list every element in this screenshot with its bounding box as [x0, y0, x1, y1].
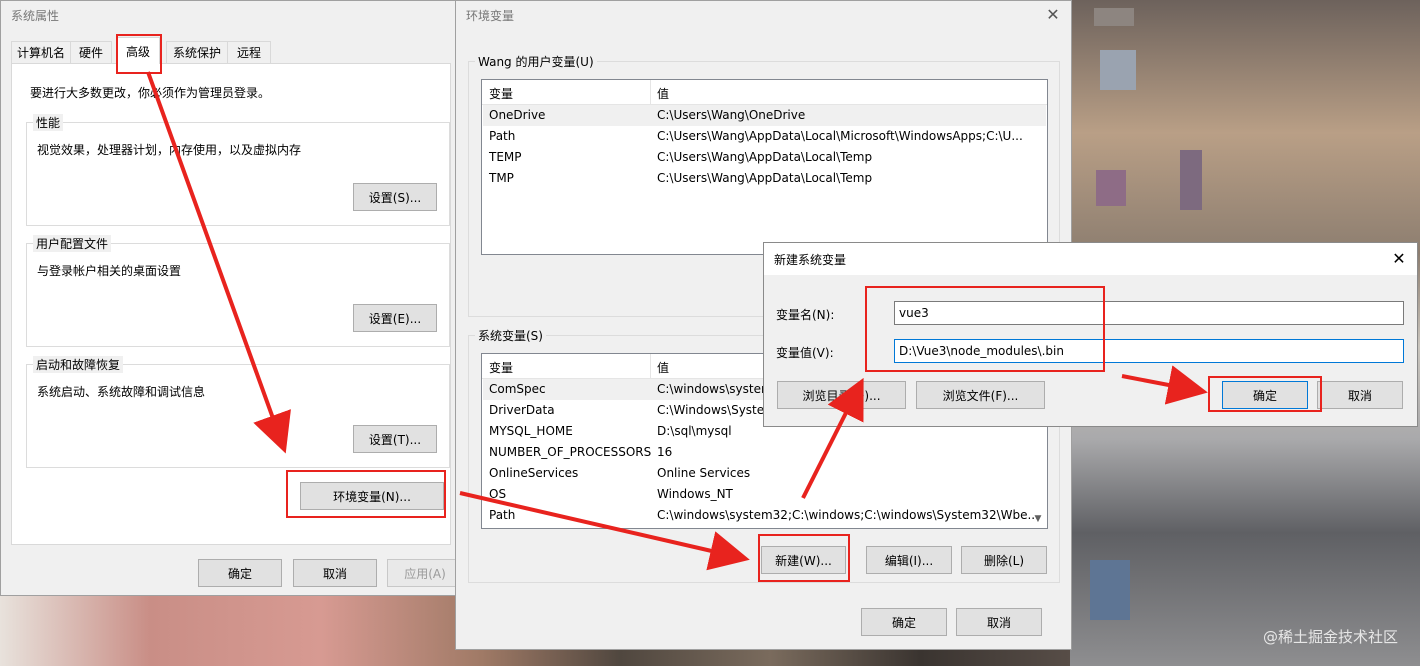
blur-block	[1090, 560, 1130, 620]
table-row[interactable]: TEMP C:\Users\Wang\AppData\Local\Temp	[483, 147, 1046, 168]
group-label: 性能	[33, 114, 64, 131]
tab-computer-name[interactable]: 计算机名	[11, 41, 71, 63]
dialog-title: 新建系统变量	[774, 252, 847, 267]
ok-button[interactable]: 确定	[198, 559, 282, 587]
table-row[interactable]: OS Windows_NT	[483, 484, 1046, 505]
user-profile-settings-button[interactable]: 设置(E)...	[353, 304, 437, 332]
table-row[interactable]: OnlineServices Online Services	[483, 463, 1046, 484]
window-title: 环境变量	[466, 8, 515, 23]
scroll-down-icon[interactable]: ▼	[1031, 512, 1045, 526]
close-icon[interactable]: ✕	[1043, 5, 1063, 25]
column-header-variable[interactable]: 变量	[489, 85, 513, 102]
cancel-button[interactable]: 取消	[293, 559, 377, 587]
group-label: Wang 的用户变量(U)	[475, 53, 597, 70]
performance-group: 性能 视觉效果，处理器计划，内存使用，以及虚拟内存 设置(S)...	[26, 114, 450, 226]
blur-block	[1180, 150, 1202, 210]
tab-advanced[interactable]: 高级	[116, 37, 160, 64]
group-description: 系统启动、系统故障和调试信息	[37, 385, 206, 399]
cancel-button[interactable]: 取消	[956, 608, 1042, 636]
browse-directory-button[interactable]: 浏览目录(D)...	[777, 381, 906, 409]
tab-system-protection[interactable]: 系统保护	[166, 41, 228, 63]
group-label: 用户配置文件	[33, 235, 112, 252]
variable-value-input[interactable]: D:\Vue3\node_modules\.bin	[894, 339, 1404, 363]
group-label: 启动和故障恢复	[33, 356, 124, 373]
admin-notice: 要进行大多数更改，你必须作为管理员登录。	[30, 86, 271, 100]
blur-block	[1094, 8, 1134, 26]
column-header-variable[interactable]: 变量	[489, 359, 513, 376]
user-variables-list[interactable]: 变量 值 OneDrive C:\Users\Wang\OneDrive Pat…	[481, 79, 1048, 255]
blur-block	[1096, 170, 1126, 206]
group-description: 与登录帐户相关的桌面设置	[37, 264, 182, 278]
group-description: 视觉效果，处理器计划，内存使用，以及虚拟内存	[37, 143, 302, 157]
blur-block	[1100, 50, 1136, 90]
apply-button[interactable]: 应用(A)	[387, 559, 463, 587]
window-title: 系统属性	[11, 8, 60, 23]
performance-settings-button[interactable]: 设置(S)...	[353, 183, 437, 211]
table-row[interactable]: OneDrive C:\Users\Wang\OneDrive	[483, 105, 1046, 126]
column-header-value[interactable]: 值	[657, 85, 669, 102]
advanced-tab-pane: 要进行大多数更改，你必须作为管理员登录。 性能 视觉效果，处理器计划，内存使用，…	[11, 63, 451, 545]
table-row[interactable]: Path C:\Users\Wang\AppData\Local\Microso…	[483, 126, 1046, 147]
tab-remote[interactable]: 远程	[227, 41, 271, 63]
edit-variable-button[interactable]: 编辑(I)...	[866, 546, 952, 574]
startup-settings-button[interactable]: 设置(T)...	[353, 425, 437, 453]
table-row[interactable]: NUMBER_OF_PROCESSORS 16	[483, 442, 1046, 463]
environment-variables-button[interactable]: 环境变量(N)...	[300, 482, 444, 510]
new-system-variable-dialog: 新建系统变量 ✕ 变量名(N): vue3 变量值(V): D:\Vue3\no…	[763, 242, 1418, 427]
browse-file-button[interactable]: 浏览文件(F)...	[916, 381, 1045, 409]
close-icon[interactable]: ✕	[1389, 249, 1409, 269]
variable-name-input[interactable]: vue3	[894, 301, 1404, 325]
cancel-button[interactable]: 取消	[1317, 381, 1403, 409]
table-row[interactable]: TMP C:\Users\Wang\AppData\Local\Temp	[483, 168, 1046, 189]
group-label: 系统变量(S)	[475, 327, 546, 344]
ok-button[interactable]: 确定	[1222, 381, 1308, 409]
new-variable-button[interactable]: 新建(W)...	[761, 546, 846, 574]
system-properties-titlebar: 系统属性	[1, 1, 461, 29]
delete-variable-button[interactable]: 删除(L)	[961, 546, 1047, 574]
env-titlebar: 环境变量	[456, 1, 1071, 29]
variable-value-label: 变量值(V):	[776, 346, 834, 360]
watermark: @稀土掘金技术社区	[1262, 628, 1398, 646]
system-properties-window: 系统属性 计算机名 硬件 高级 系统保护 远程 要进行大多数更改，你必须作为管理…	[0, 0, 463, 596]
dialog-titlebar: 新建系统变量	[764, 243, 1417, 275]
table-row[interactable]: Path C:\windows\system32;C:\windows;C:\w…	[483, 505, 1046, 526]
variable-name-label: 变量名(N):	[776, 308, 835, 322]
list-header: 变量 值	[482, 80, 1047, 105]
user-profile-group: 用户配置文件 与登录帐户相关的桌面设置 设置(E)...	[26, 235, 450, 347]
startup-recovery-group: 启动和故障恢复 系统启动、系统故障和调试信息 设置(T)...	[26, 356, 450, 468]
ok-button[interactable]: 确定	[861, 608, 947, 636]
tab-hardware[interactable]: 硬件	[70, 41, 112, 63]
column-header-value[interactable]: 值	[657, 359, 669, 376]
